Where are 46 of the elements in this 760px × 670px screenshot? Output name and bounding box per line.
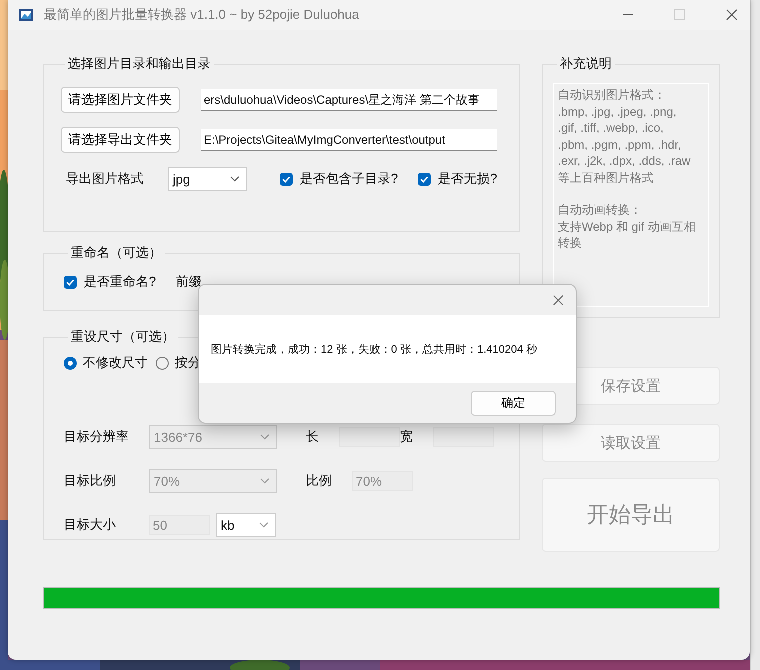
- format-dropdown[interactable]: jpg: [168, 167, 247, 191]
- notes-text: 等上百种图片格式: [558, 170, 655, 186]
- input-folder-field[interactable]: ers\duluohua\Videos\Captures\星之海洋 第二个故事: [201, 89, 497, 111]
- window-title: 最简单的图片批量转换器 v1.1.0 ~ by 52pojie Duluohua: [44, 6, 360, 24]
- group-title: 选择图片目录和输出目录: [67, 55, 212, 73]
- app-icon: [18, 7, 34, 23]
- chevron-icon: [260, 434, 270, 440]
- select-folder-button[interactable]: 请选择导出文件夹: [61, 127, 180, 153]
- notes-text: 转换: [558, 235, 583, 252]
- checkbox[interactable]: [280, 172, 293, 186]
- field-label: 比例: [306, 472, 332, 490]
- select-folder-button[interactable]: 请选择图片文件夹: [61, 87, 180, 113]
- chevron-icon: [259, 522, 269, 528]
- format-label: 导出图片格式: [66, 170, 145, 188]
- group-title: 重命名（可选）: [70, 244, 163, 262]
- group-title: 重设尺寸（可选）: [70, 328, 176, 346]
- close-icon[interactable]: [553, 294, 564, 306]
- checkbox-label: 是否无损?: [438, 170, 498, 188]
- checkbox[interactable]: [64, 276, 77, 288]
- chevron-icon: [230, 176, 240, 182]
- field-label: 宽: [400, 428, 413, 446]
- field-label: 目标比例: [64, 472, 117, 490]
- ok-button[interactable]: 确定: [471, 390, 556, 416]
- field-label: 目标分辨率: [64, 428, 130, 446]
- checkbox-label: 是否包含子目录?: [300, 170, 398, 188]
- checkbox-label: 是否重命名?: [84, 273, 156, 291]
- radio-button[interactable]: [156, 356, 169, 370]
- field-label: 长: [306, 428, 319, 446]
- notes-text: .pbm, .pgm, .ppm, .hdr,: [558, 136, 682, 153]
- notes-text: 支持Webp 和 gif 动画互相: [558, 218, 697, 235]
- output-folder-field[interactable]: E:\Projects\Gitea\MyImgConverter\test\output: [201, 129, 497, 151]
- close-icon[interactable]: [726, 9, 738, 21]
- notes-text: .bmp, .jpg, .jpeg, .png,: [558, 104, 678, 120]
- chevron-icon: [260, 478, 270, 484]
- prefix-label: 前缀: [176, 273, 202, 291]
- notes-text: .gif, .tiff, .webp, .ico,: [558, 120, 665, 136]
- group-title: 补充说明: [559, 55, 613, 73]
- radio-label: 不修改尺寸: [83, 354, 148, 372]
- checkbox[interactable]: [418, 172, 432, 186]
- notes-text: 自动动画转换：: [558, 202, 643, 218]
- radio-button[interactable]: [64, 356, 77, 370]
- notes-text: 自动识别图片格式：: [558, 87, 667, 104]
- dialog-message: 图片转换完成，成功：12 张，失败：0 张，总共用时：1.410204 秒: [211, 342, 538, 356]
- field-label: 目标大小: [64, 516, 117, 534]
- notes-text: .exr, .j2k, .dpx, .dds, .raw: [558, 153, 692, 170]
- dropdown[interactable]: kb: [216, 513, 276, 537]
